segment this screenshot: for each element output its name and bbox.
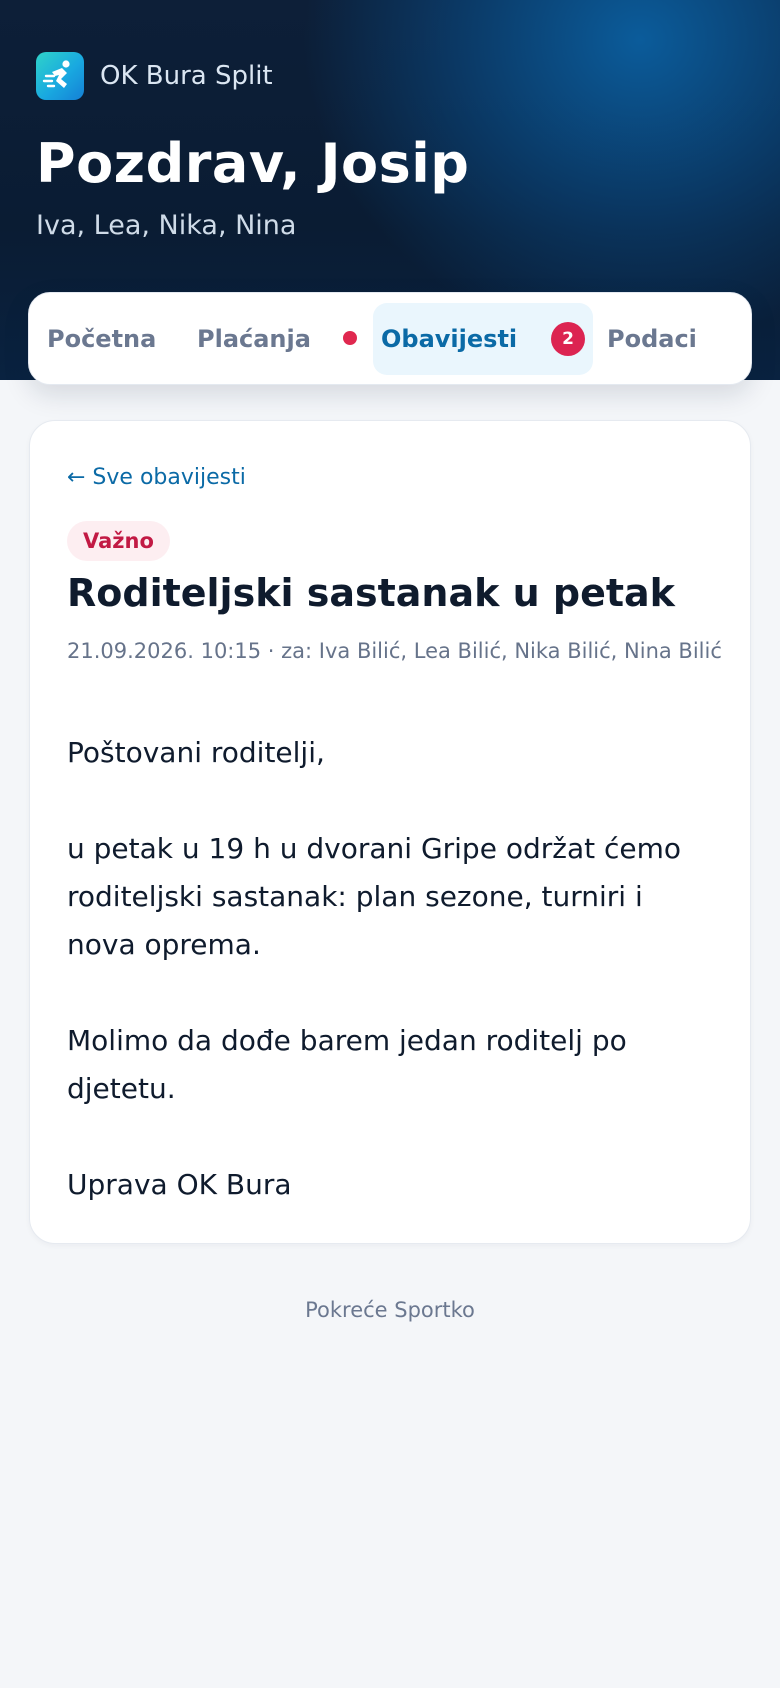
notice-body: Poštovani roditelji, u petak u 19 h u dv… (67, 729, 717, 1209)
tab-bar: Početna Plaćanja Obavijesti 2 Podaci (28, 292, 752, 385)
tab-label: Obavijesti (381, 325, 518, 353)
notice-card: ← Sve obavijesti Važno Roditeljski sasta… (29, 420, 751, 1244)
notice-title: Roditeljski sastanak u petak (67, 571, 675, 615)
notice-meta: 21.09.2026. 10:15 · za: Iva Bilić, Lea B… (67, 639, 722, 663)
runner-icon (36, 52, 84, 100)
notice-paragraph: Poštovani roditelji, (67, 736, 325, 769)
tab-label: Plaćanja (197, 325, 311, 353)
children-names: Iva, Lea, Nika, Nina (36, 210, 297, 241)
notice-paragraph: Uprava OK Bura (67, 1168, 292, 1201)
notice-paragraph: Molimo da dođe barem jedan roditelj po d… (67, 1024, 627, 1105)
greeting-title: Pozdrav, Josip (36, 132, 470, 195)
tab-label: Početna (47, 325, 157, 353)
club-name: OK Bura Split (100, 61, 273, 91)
unread-count-badge: 2 (551, 322, 585, 356)
tab-label: Podaci (607, 325, 697, 353)
page: OK Bura Split Pozdrav, Josip Iva, Lea, N… (0, 0, 780, 1688)
brand: OK Bura Split (36, 52, 273, 100)
notice-paragraph: u petak u 19 h u dvorani Gripe održat će… (67, 832, 682, 961)
back-to-notices-link[interactable]: ← Sve obavijesti (67, 465, 246, 490)
importance-tag: Važno (67, 521, 170, 561)
tab-pocetna[interactable]: Početna (47, 303, 156, 375)
tab-obavijesti[interactable]: Obavijesti 2 (373, 303, 593, 375)
tab-podaci[interactable]: Podaci (607, 303, 697, 375)
placanja-alert-dot (343, 331, 357, 345)
tab-placanja[interactable]: Plaćanja (197, 303, 311, 375)
powered-by: Pokreće Sportko (305, 1298, 475, 1322)
